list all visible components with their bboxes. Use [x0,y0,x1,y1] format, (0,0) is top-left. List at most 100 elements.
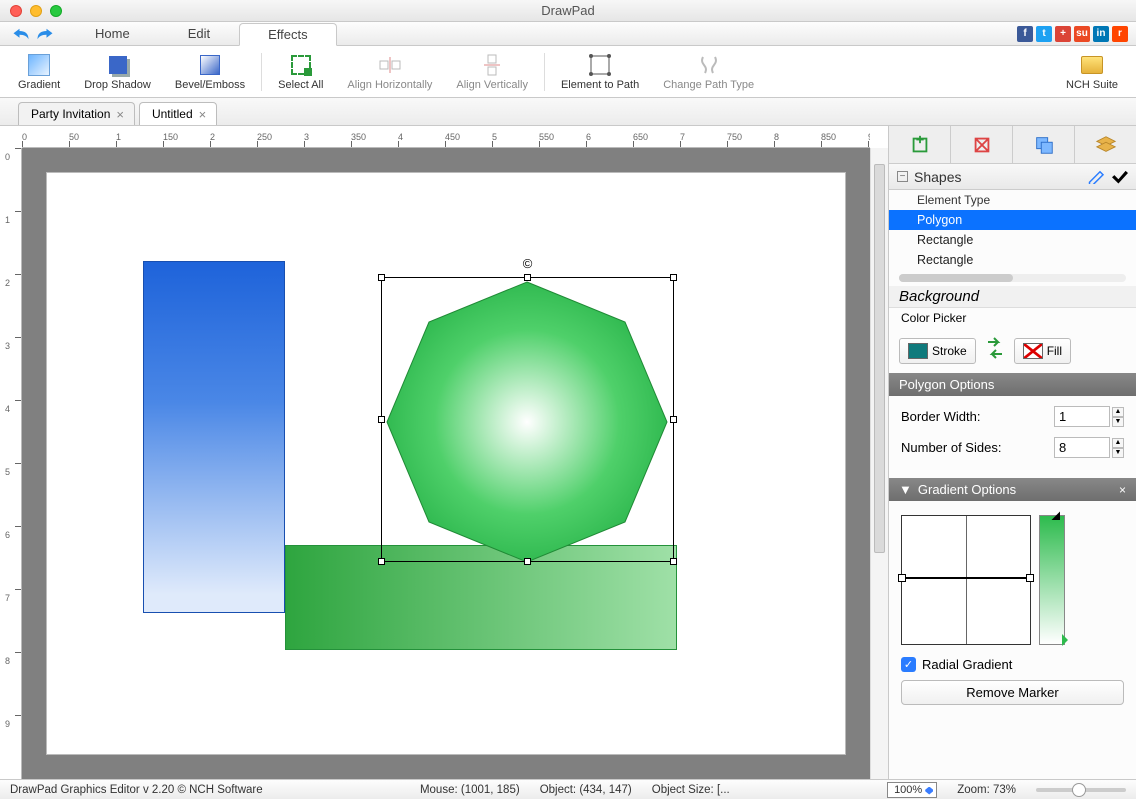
stumbleupon-icon[interactable]: su [1074,26,1090,42]
window-title: DrawPad [541,3,594,18]
gradient-options-header[interactable]: ▼ Gradient Options × [889,478,1136,501]
status-version: DrawPad Graphics Editor v 2.20 © NCH Sof… [10,784,263,796]
border-width-input[interactable] [1054,406,1110,427]
swap-colors-button[interactable] [984,336,1006,365]
sides-input[interactable] [1054,437,1110,458]
zoom-window-button[interactable] [50,5,62,17]
check-icon[interactable] [1112,170,1128,184]
gradient-marker[interactable] [1052,512,1069,529]
close-window-button[interactable] [10,5,22,17]
status-object: Object: (434, 147) [540,784,632,796]
polygon-options-header: Polygon Options [889,373,1136,396]
minimize-window-button[interactable] [30,5,42,17]
spinner-up-icon[interactable]: ▲ [1112,438,1124,448]
side-panel: − Shapes Element Type Polygon Rectangle … [888,126,1136,779]
drop-shadow-button[interactable]: Drop Shadow [72,46,163,97]
close-icon[interactable]: × [199,108,207,121]
zoom-slider-knob[interactable] [1072,783,1086,797]
fill-color-button[interactable]: Fill [1014,338,1071,364]
gradient-handle[interactable] [898,574,906,582]
scrollbar-thumb[interactable] [899,274,1013,282]
tab-effects[interactable]: Effects [239,23,337,46]
tab-edit[interactable]: Edit [159,22,239,45]
resize-handle[interactable] [670,416,677,423]
add-layer-button[interactable] [889,126,951,163]
list-item[interactable]: Polygon [889,210,1136,230]
close-icon[interactable]: × [1119,483,1126,497]
google-plus-icon[interactable]: + [1055,26,1071,42]
list-item[interactable]: Rectangle [889,230,1136,250]
doc-tab-label: Untitled [152,107,193,121]
doc-tab-untitled[interactable]: Untitled × [139,102,217,125]
quickbar: Home Edit Effects f t + su in r [0,22,1136,46]
resize-handle[interactable] [524,274,531,281]
horizontal-scrollbar[interactable] [899,274,1126,282]
spinner-down-icon[interactable]: ▼ [1112,417,1124,427]
layer-stack-button[interactable] [1075,126,1136,163]
resize-handle[interactable] [378,558,385,565]
element-to-path-icon [588,53,612,77]
facebook-icon[interactable]: f [1017,26,1033,42]
resize-handle[interactable] [378,416,385,423]
background-section-header: Background [889,286,1136,308]
stroke-swatch [908,343,928,359]
list-item[interactable]: Rectangle [889,250,1136,270]
horizontal-ruler: 050115022503350445055506650775088509 [22,126,870,148]
canvas-page[interactable]: © [46,172,846,755]
redo-icon[interactable] [36,27,54,41]
align-vertical-button[interactable]: Align Vertically [444,46,540,97]
shape-blue-rectangle[interactable] [143,261,285,613]
reddit-icon[interactable]: r [1112,26,1128,42]
shapes-list: Element Type Polygon Rectangle Rectangle [889,190,1136,286]
scrollbar-thumb[interactable] [874,164,885,553]
collapse-icon[interactable]: − [897,171,908,182]
bevel-emboss-button[interactable]: Bevel/Emboss [163,46,257,97]
align-horizontal-icon [378,53,402,77]
linkedin-icon[interactable]: in [1093,26,1109,42]
pen-icon[interactable] [1088,170,1106,184]
align-horizontal-button[interactable]: Align Horizontally [335,46,444,97]
doc-tab-party-invitation[interactable]: Party Invitation × [18,102,135,125]
resize-handle[interactable] [670,274,677,281]
radial-gradient-checkbox[interactable]: ✓ [901,657,916,672]
spinner-up-icon[interactable]: ▲ [1112,407,1124,417]
panel-title: Shapes [914,169,961,185]
nch-suite-button[interactable]: NCH Suite [1054,46,1130,97]
gradient-marker[interactable] [1062,634,1074,646]
spinner-down-icon[interactable]: ▼ [1112,448,1124,458]
zoom-select[interactable]: 100% [887,782,937,798]
select-all-icon [289,53,313,77]
resize-handle[interactable] [378,274,385,281]
vertical-scrollbar[interactable] [870,148,888,779]
window-titlebar: DrawPad [0,0,1136,22]
selection-box[interactable]: © [381,277,674,562]
drop-shadow-icon [106,53,130,77]
remove-marker-button[interactable]: Remove Marker [901,680,1124,705]
document-tabs: Party Invitation × Untitled × [0,98,1136,126]
zoom-slider[interactable] [1036,788,1126,792]
duplicate-layer-button[interactable] [1013,126,1075,163]
element-to-path-button[interactable]: Element to Path [549,46,651,97]
menu-tabs: Home Edit Effects [66,22,337,45]
gradient-handle[interactable] [1026,574,1034,582]
status-object-size: Object Size: [... [652,784,730,796]
align-vertical-icon [480,53,504,77]
shapes-panel-header[interactable]: − Shapes [889,164,1136,190]
tab-home[interactable]: Home [66,22,159,45]
select-all-button[interactable]: Select All [266,46,335,97]
twitter-icon[interactable]: t [1036,26,1052,42]
rotate-handle-icon[interactable]: © [521,256,535,270]
status-bar: DrawPad Graphics Editor v 2.20 © NCH Sof… [0,779,1136,799]
change-path-type-button[interactable]: Change Path Type [651,46,766,97]
gradient-button[interactable]: Gradient [6,46,72,97]
gradient-strip[interactable] [1039,515,1065,645]
gradient-direction-editor[interactable] [901,515,1031,645]
nch-suite-icon [1080,53,1104,77]
close-icon[interactable]: × [116,108,124,121]
stroke-color-button[interactable]: Stroke [899,338,976,364]
change-path-icon [697,53,721,77]
resize-handle[interactable] [524,558,531,565]
undo-icon[interactable] [12,27,30,41]
resize-handle[interactable] [670,558,677,565]
delete-layer-button[interactable] [951,126,1013,163]
